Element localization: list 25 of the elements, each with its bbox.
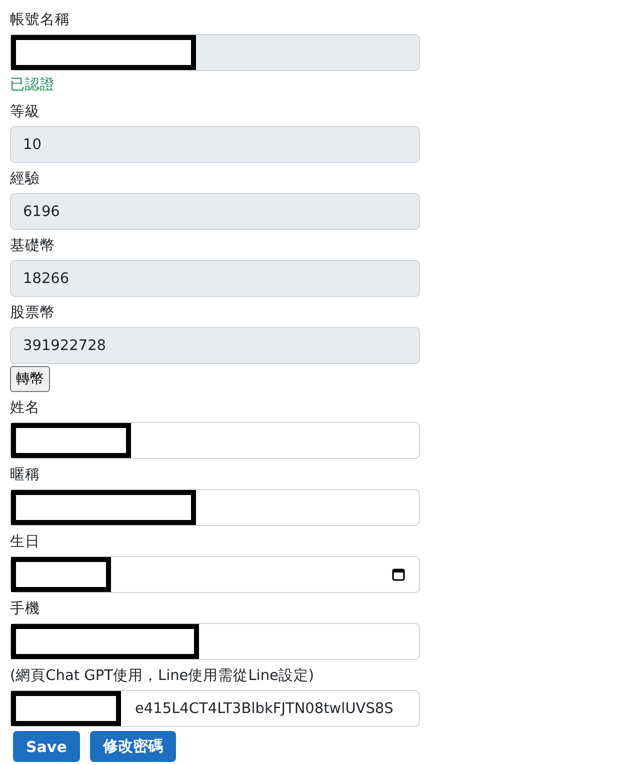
- field-label: 手機: [10, 600, 40, 619]
- input-field[interactable]: 391922728: [10, 327, 420, 364]
- field-label: 暱稱: [10, 466, 40, 485]
- field-label: 基礎幣: [10, 237, 55, 256]
- input-field[interactable]: [10, 489, 420, 526]
- input-field[interactable]: [10, 422, 420, 459]
- input-field[interactable]: 6196: [10, 193, 420, 230]
- input-field[interactable]: 18266: [10, 260, 420, 297]
- save-button[interactable]: Save: [13, 731, 80, 762]
- field-label: 帳號名稱: [10, 11, 70, 30]
- verified-status: 已認證: [10, 76, 55, 95]
- field-label: (網頁Chat GPT使用，Line使用需從Line設定): [10, 666, 314, 686]
- input-field[interactable]: 10: [10, 126, 420, 163]
- field-label: 經驗: [10, 170, 40, 189]
- date-field[interactable]: [10, 556, 420, 593]
- field-label: 姓名: [10, 399, 40, 418]
- field-label: 股票幣: [10, 304, 55, 323]
- input-field[interactable]: e415L4CT4LT3BlbkFJTN08twlUVS8S: [10, 690, 420, 727]
- calendar-icon[interactable]: [392, 568, 405, 581]
- change-password-button[interactable]: 修改密碼: [90, 731, 176, 762]
- input-field[interactable]: [10, 34, 420, 71]
- input-field[interactable]: [10, 623, 420, 660]
- field-label: 等級: [10, 103, 40, 122]
- field-label: 生日: [10, 533, 40, 552]
- transfer-button[interactable]: 轉幣: [10, 366, 50, 392]
